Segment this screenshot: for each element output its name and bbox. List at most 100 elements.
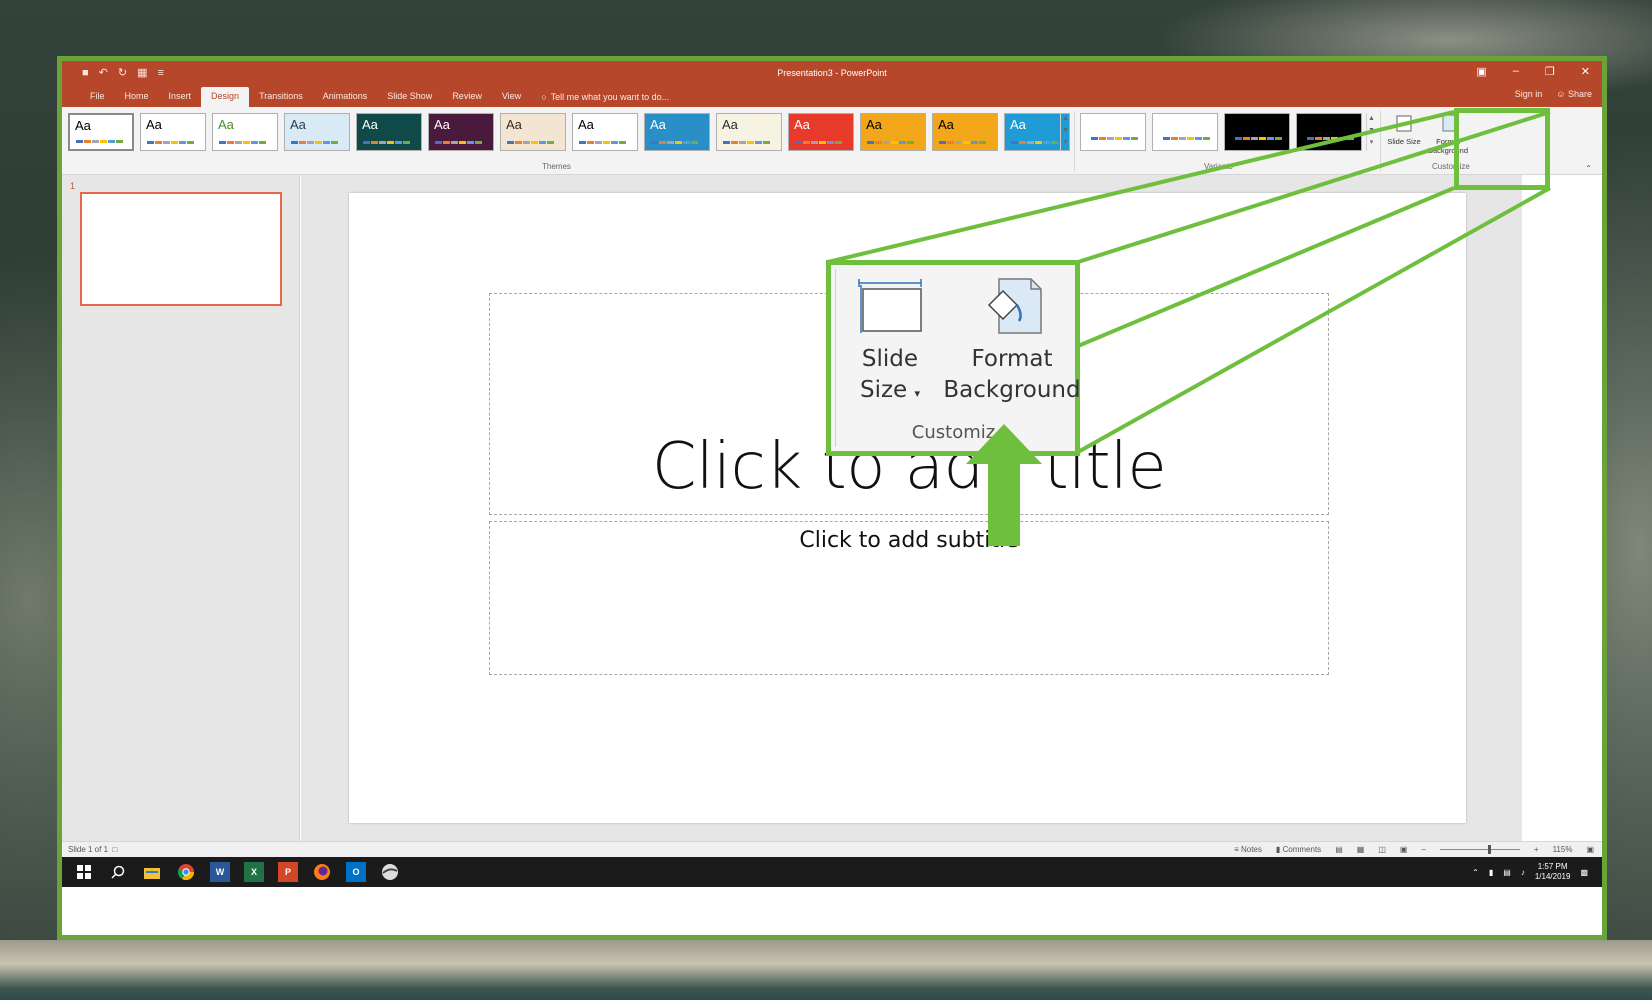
theme-tile[interactable]: Aa: [644, 113, 710, 151]
search-icon[interactable]: [108, 862, 128, 882]
theme-color-swatches: [579, 141, 626, 144]
excel-icon[interactable]: X: [244, 862, 264, 882]
tab-insert[interactable]: Insert: [159, 87, 202, 107]
theme-tile[interactable]: Aa: [572, 113, 638, 151]
ribbon-display-options-icon[interactable]: ▣: [1476, 65, 1486, 78]
zoom-in-icon[interactable]: +: [1534, 845, 1539, 854]
tab-animations[interactable]: Animations: [313, 87, 378, 107]
theme-tile-label: Aa: [794, 117, 810, 132]
show-hidden-icons-icon[interactable]: ⌃: [1472, 868, 1479, 877]
tell-me-box[interactable]: ○ Tell me what you want to do...: [531, 87, 679, 107]
variant-tile[interactable]: [1296, 113, 1362, 151]
theme-tile-label: Aa: [434, 117, 450, 132]
variant-color-swatches: [1163, 137, 1210, 140]
theme-tile[interactable]: Aa: [284, 113, 350, 151]
tab-home[interactable]: Home: [115, 87, 159, 107]
minimize-icon[interactable]: –: [1513, 65, 1519, 78]
windows-taskbar: W X P O ⌃ ▮ ▤ ♪ 1:57 PM 1/14/2019 ▩: [62, 857, 1602, 887]
desktop-background-shore: [0, 940, 1652, 1000]
tab-design[interactable]: Design: [201, 87, 250, 107]
share-button[interactable]: ☺ Share: [1556, 89, 1592, 99]
theme-tile-label: Aa: [722, 117, 738, 132]
theme-tile-label: Aa: [218, 117, 234, 132]
slide-size-line2: Size ▾: [850, 375, 930, 409]
variant-tile[interactable]: [1152, 113, 1218, 151]
slide-size-line1: Slide: [861, 346, 919, 372]
slide-size-large-icon: [858, 279, 922, 333]
slide-thumbnails-pane: 1: [62, 175, 300, 841]
theme-tile[interactable]: Aa: [788, 113, 854, 151]
word-icon[interactable]: W: [210, 862, 230, 882]
subtitle-placeholder[interactable]: Click to add subtitle: [489, 521, 1329, 675]
variant-tile[interactable]: [1080, 113, 1146, 151]
zoom-slider[interactable]: [1439, 845, 1520, 854]
tab-review[interactable]: Review: [442, 87, 492, 107]
firefox-icon[interactable]: [312, 862, 332, 882]
tab-transitions[interactable]: Transitions: [249, 87, 313, 107]
windows-start-icon[interactable]: [74, 862, 94, 882]
theme-tile[interactable]: Aa: [500, 113, 566, 151]
share-label: Share: [1567, 89, 1592, 99]
ribbon-design: Aa Aa Aa Aa Aa Aa Aa Aa Aa Aa Aa Aa Aa Aa ▲ ▼ ▾ Themes …: [62, 107, 1602, 175]
spell-check-icon[interactable]: □: [110, 845, 117, 854]
notes-button[interactable]: ≡ Notes: [1234, 845, 1262, 854]
system-tray: ⌃ ▮ ▤ ♪ 1:57 PM 1/14/2019 ▩: [1472, 862, 1588, 882]
format-background-large-icon: [987, 278, 1042, 334]
powerpoint-icon[interactable]: P: [278, 862, 298, 882]
variants-gallery-scroll[interactable]: ▲ ▼ ▾: [1366, 113, 1376, 151]
tab-file[interactable]: File: [80, 87, 115, 107]
theme-color-swatches: [651, 141, 698, 144]
volume-icon[interactable]: ♪: [1521, 868, 1525, 877]
group-separator: [1380, 111, 1381, 171]
theme-tile[interactable]: Aa: [716, 113, 782, 151]
sign-in-link[interactable]: Sign in: [1515, 89, 1543, 99]
close-icon[interactable]: ✕: [1581, 65, 1590, 78]
format-background-button[interactable]: Format Background: [942, 275, 1082, 406]
variant-tile[interactable]: [1224, 113, 1290, 151]
theme-tile[interactable]: Aa: [932, 113, 998, 151]
ribbon-tab-row: File Home Insert Design Transitions Anim…: [62, 85, 1602, 107]
theme-tile[interactable]: Aa: [140, 113, 206, 151]
theme-tile[interactable]: Aa: [68, 113, 134, 151]
slide-thumbnail[interactable]: [80, 192, 282, 306]
slide-show-icon[interactable]: ▣: [1400, 845, 1408, 854]
variants-gallery: [1080, 113, 1362, 151]
window-controls: ▣ – ❐ ✕: [1476, 65, 1590, 78]
variant-color-swatches: [1091, 137, 1138, 140]
clock[interactable]: 1:57 PM 1/14/2019: [1535, 862, 1571, 882]
theme-tile-label: Aa: [1010, 117, 1026, 132]
action-center-icon[interactable]: ▩: [1580, 868, 1588, 877]
restore-icon[interactable]: ❐: [1545, 65, 1555, 78]
theme-tile[interactable]: Aa: [212, 113, 278, 151]
google-earth-icon[interactable]: [380, 862, 400, 882]
reading-view-icon[interactable]: ◫: [1378, 845, 1386, 854]
theme-tile[interactable]: Aa: [356, 113, 422, 151]
theme-tile[interactable]: Aa: [428, 113, 494, 151]
themes-gallery-scroll[interactable]: ▲ ▼ ▾: [1060, 113, 1070, 151]
dropdown-arrow-icon: ▾: [914, 387, 921, 400]
collapse-ribbon-icon[interactable]: ⌃: [1585, 164, 1592, 173]
title-bar: ■ ↶ ↻ ▦ ≡ Presentation3 - PowerPoint ▣ –…: [62, 61, 1602, 85]
comments-button[interactable]: ▮ Comments: [1276, 845, 1321, 854]
slide-size-small-button[interactable]: Slide Size: [1384, 111, 1424, 155]
zoom-out-icon[interactable]: –: [1421, 845, 1425, 854]
person-icon: ☺: [1556, 89, 1566, 99]
file-explorer-icon[interactable]: [142, 862, 162, 882]
tab-slide-show[interactable]: Slide Show: [377, 87, 442, 107]
slide-counter-text: Slide 1 of 1: [68, 845, 109, 854]
slide-sorter-icon[interactable]: ▦: [1357, 845, 1365, 854]
theme-tile[interactable]: Aa: [860, 113, 926, 151]
slide-size-button[interactable]: Slide Size ▾: [850, 275, 930, 409]
normal-view-icon[interactable]: ▤: [1335, 845, 1343, 854]
theme-color-swatches: [1011, 141, 1058, 144]
fit-to-window-icon[interactable]: ▣: [1586, 845, 1594, 854]
network-icon[interactable]: ▤: [1503, 868, 1511, 877]
battery-icon[interactable]: ▮: [1489, 868, 1493, 877]
chrome-icon[interactable]: [176, 862, 196, 882]
tab-view[interactable]: View: [492, 87, 531, 107]
group-separator: [1074, 111, 1075, 171]
outlook-icon[interactable]: O: [346, 862, 366, 882]
zoom-level[interactable]: 115%: [1553, 845, 1573, 854]
theme-tile-label: Aa: [146, 117, 162, 132]
customize-callout-group: Slide Size ▾ Format Background Customiz: [835, 269, 1081, 447]
